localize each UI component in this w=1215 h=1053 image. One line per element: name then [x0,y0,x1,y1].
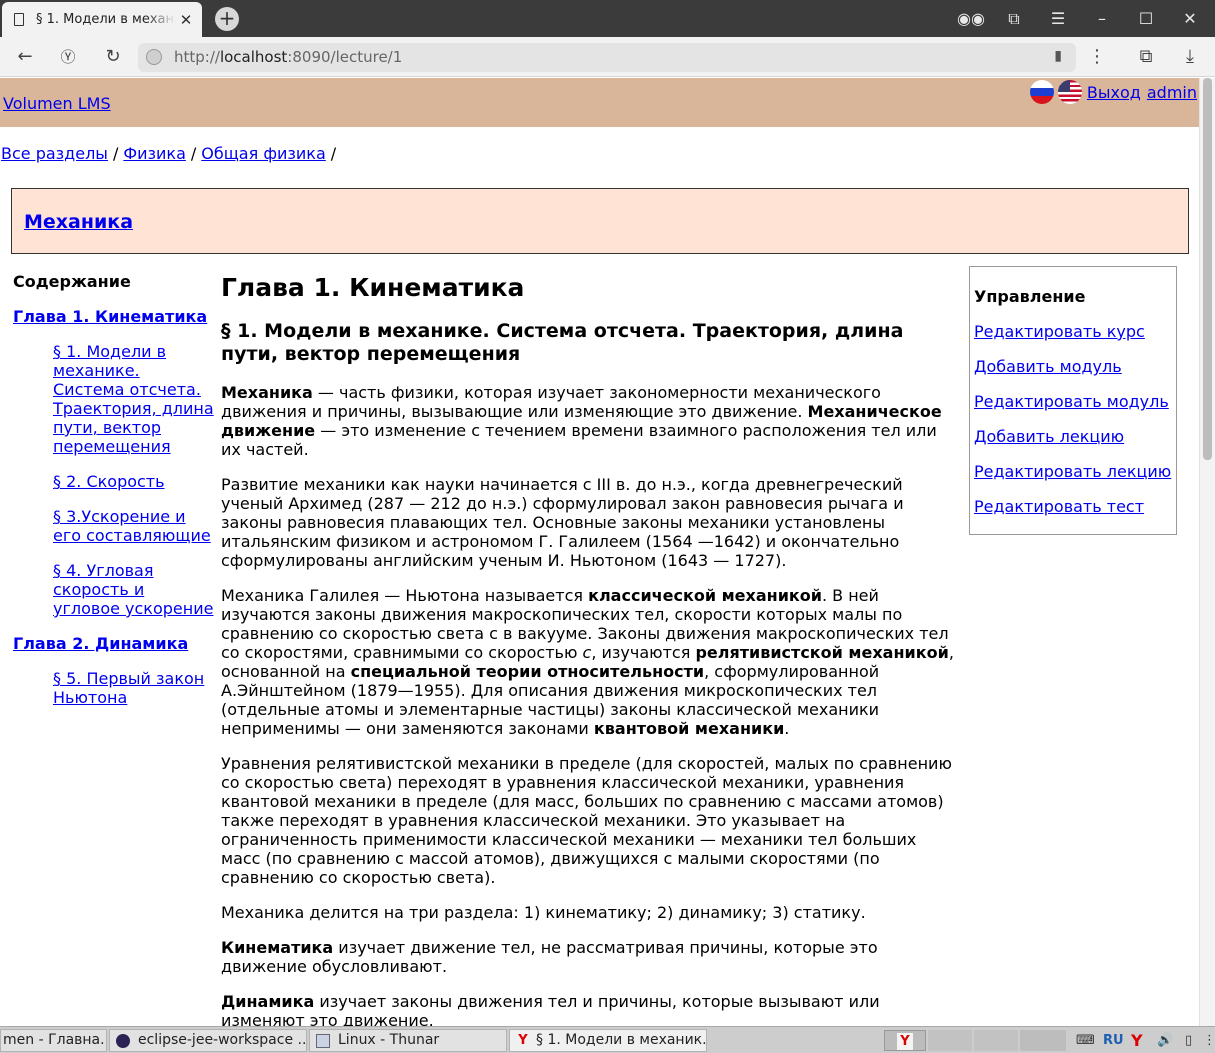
yandex-tray-icon[interactable]: Y [1131,1030,1143,1051]
close-tab-icon[interactable]: ✕ [176,11,196,29]
address-url[interactable]: http://localhost:8090/lecture/1 [174,48,402,66]
browser-tab-strip: § 1. Модели в механике. Система отсчета … [0,0,1215,37]
table-of-contents: Содержание Глава 1. Кинематика § 1. Моде… [13,272,215,723]
lecture-paragraph-6: Кинематика изучает движение тел, не расс… [221,938,878,976]
menu-icon[interactable]: ☰ [1047,8,1069,30]
yandex-browser-icon: Y [897,1033,913,1050]
workspace-switcher[interactable]: Y [884,1030,926,1051]
breadcrumb: Все разделы / Физика / Общая физика / [1,144,341,163]
downloads-icon[interactable]: ⤓ [1178,45,1202,69]
user-profile-link[interactable]: admin [1147,83,1197,102]
breadcrumb-separator: / [330,144,337,163]
lecture-paragraph-1: Механика — часть физики, которая изучает… [221,383,942,459]
browser-toolbar: ← Ⓨ ↻ http://localhost:8090/lecture/1 ▮ … [0,37,1215,77]
volume-icon[interactable]: 🔊 [1157,1030,1173,1051]
user-panel: Выход admin [1029,80,1197,104]
course-banner: Механика [11,188,1189,254]
clock-icon[interactable]: ⋮ [1203,1030,1215,1051]
reload-icon[interactable]: ↻ [101,45,125,69]
url-path: :8090/lecture/1 [287,48,403,66]
taskbar-task-thunar[interactable]: Linux - Thunar [309,1029,507,1052]
tab-sync-icon[interactable]: ⧉ [1003,8,1025,30]
section-title: § 1. Модели в механике. Система отсчета.… [221,320,904,365]
management-heading: Управление [974,287,1086,306]
taskbar-task-label: men - Главна... [3,1032,107,1048]
lecture-paragraph-2: Развитие механики как науки начинается с… [221,475,904,570]
toc-item-section-3[interactable]: § 3.Ускорение и его составляющие [53,507,215,545]
folder-icon [316,1033,330,1048]
logout-link[interactable]: Выход [1087,83,1141,102]
page-scrollbar[interactable] [1199,78,1215,1026]
os-taskbar: men - Главна... eclipse-jee-workspace ..… [0,1026,1215,1053]
browser-tab-title: § 1. Модели в механике. Система отсчета [36,12,176,27]
course-title-link[interactable]: Механика [24,211,133,233]
russian-flag-icon[interactable] [1029,80,1054,104]
breadcrumb-physics[interactable]: Физика [123,144,186,163]
taskbar-task-label: eclipse-jee-workspace ... [138,1032,307,1048]
toc-chapter-1[interactable]: Глава 1. Кинематика [13,307,215,326]
yandex-browser-icon: Y [518,1032,528,1048]
site-header: Volumen LMS Выход admin [0,78,1199,127]
lecture-paragraph-4: Уравнения релятивистской механики в пред… [221,754,952,887]
taskbar-task-label: § 1. Модели в механик... [536,1032,707,1048]
scrollbar-thumb[interactable] [1203,78,1212,460]
workspace-4[interactable] [1020,1030,1066,1051]
taskbar-task-label: Linux - Thunar [338,1032,440,1048]
yandex-home-icon[interactable]: Ⓨ [56,45,80,69]
workspace-3[interactable] [974,1030,1018,1051]
breadcrumb-separator: / [190,144,197,163]
collections-icon[interactable]: ⧉ [1134,45,1158,69]
keyboard-layout-indicator[interactable]: RU [1103,1030,1124,1051]
toc-chapter-2[interactable]: Глава 2. Динамика [13,634,215,653]
minimize-window-icon[interactable]: – [1091,8,1113,30]
site-info-icon[interactable] [146,49,162,65]
edit-course-link[interactable]: Редактировать курс [974,322,1172,341]
new-tab-button[interactable]: + [215,7,239,31]
toc-item-section-1[interactable]: § 1. Модели в механике. Система отсчета.… [53,342,215,456]
us-flag-icon[interactable] [1057,80,1082,104]
taskbar-task-browser[interactable]: Y § 1. Модели в механик... [509,1029,707,1052]
site-brand-link[interactable]: Volumen LMS [3,94,111,113]
edit-lecture-link[interactable]: Редактировать лекцию [974,462,1172,481]
lecture-paragraph-3: Механика Галилея — Ньютона называется кл… [221,586,954,738]
url-scheme: http:// [174,48,220,66]
network-icon[interactable]: ⌨ [1076,1030,1095,1051]
edit-module-link[interactable]: Редактировать модуль [974,392,1172,411]
breadcrumb-general-physics[interactable]: Общая физика [201,144,326,163]
back-arrow-icon[interactable]: ← [13,45,37,69]
toc-heading: Содержание [13,272,131,291]
document-icon [14,13,24,26]
taskbar-task-eclipse[interactable]: eclipse-jee-workspace ... [109,1029,307,1052]
address-bar[interactable]: http://localhost:8090/lecture/1 ▮ [138,43,1076,72]
taskbar-task-main[interactable]: men - Главна... [0,1029,107,1052]
toc-item-section-2[interactable]: § 2. Скорость [53,472,215,491]
maximize-window-icon[interactable]: ☐ [1135,8,1157,30]
toc-item-section-5[interactable]: § 5. Первый закон Ньютона [53,669,215,707]
workspace-2[interactable] [928,1030,972,1051]
battery-icon[interactable]: ▯ [1185,1030,1192,1051]
lecture-content: Глава 1. Кинематика § 1. Модели в механи… [221,273,956,1026]
reader-glasses-icon[interactable]: ◉◉ [957,8,985,30]
url-host: localhost [219,48,288,66]
add-lecture-link[interactable]: Добавить лекцию [974,427,1172,446]
breadcrumb-all-sections[interactable]: Все разделы [1,144,108,163]
lecture-paragraph-5: Механика делится на три раздела: 1) кине… [221,903,866,922]
more-options-icon[interactable]: ⋮ [1085,45,1109,69]
close-window-icon[interactable]: ✕ [1179,8,1201,30]
eclipse-icon [116,1033,130,1048]
add-module-link[interactable]: Добавить модуль [974,357,1172,376]
toc-item-section-4[interactable]: § 4. Угловая скорость и угловое ускорени… [53,561,215,618]
bookmark-icon[interactable]: ▮ [1054,48,1062,64]
management-panel: Управление Редактировать курс Добавить м… [969,266,1177,535]
lecture-paragraph-7: Динамика изучает законы движения тел и п… [221,992,880,1026]
breadcrumb-separator: / [112,144,119,163]
edit-test-link[interactable]: Редактировать тест [974,497,1172,516]
browser-tab-active[interactable]: § 1. Модели в механике. Система отсчета … [2,2,202,37]
page-viewport: Volumen LMS Выход admin Все разделы / Физи… [0,78,1199,1026]
chapter-title: Глава 1. Кинематика [221,273,525,302]
